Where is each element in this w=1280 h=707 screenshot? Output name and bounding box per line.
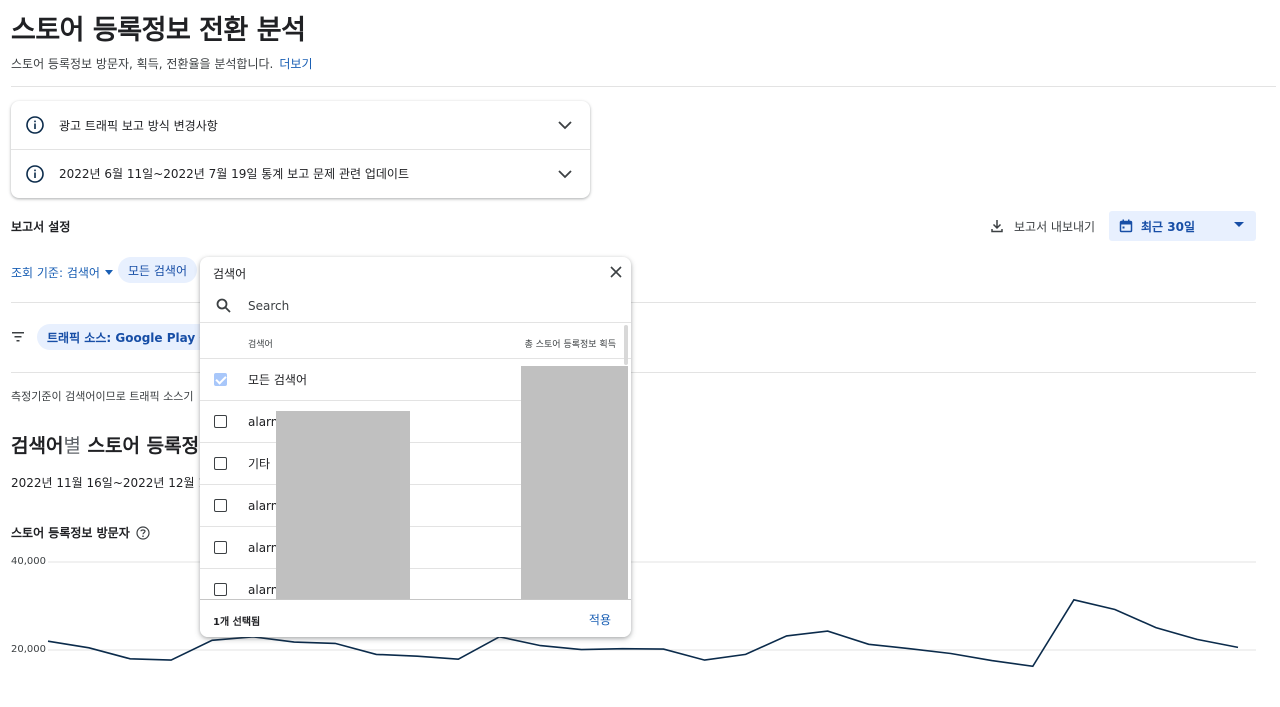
date-range-selector[interactable]: 최근 30일 xyxy=(1109,211,1256,241)
popover-table-header: 검색어 총 스토어 등록정보 획득 xyxy=(200,323,631,359)
chart-label: 스토어 등록정보 방문자 xyxy=(11,524,150,541)
more-link[interactable]: 더보기 xyxy=(279,57,312,71)
list-item-label: 모든 검색어 xyxy=(248,373,308,387)
notice-row-stats-update[interactable]: 2022년 6월 11일~2022년 7월 19일 통계 보고 문제 관련 업데… xyxy=(11,149,590,197)
download-icon xyxy=(991,220,1003,233)
section-title-part: 검색어 xyxy=(11,435,64,457)
notice-text: 2022년 6월 11일~2022년 7월 19일 통계 보고 문제 관련 업데… xyxy=(59,167,409,181)
popover-footer: 1개 선택됨 적용 xyxy=(200,599,631,637)
popover-search xyxy=(200,289,631,323)
view-by-selector[interactable]: 조회 기준: 검색어 xyxy=(11,264,114,281)
list-item-label: 기타 xyxy=(248,457,271,471)
popover-title: 검색어 xyxy=(213,267,247,281)
col-header-acquisitions: 총 스토어 등록정보 획득 xyxy=(524,340,616,350)
selected-count: 1개 선택됨 xyxy=(213,617,261,628)
date-range-label: 최근 30일 xyxy=(1141,219,1195,234)
search-icon xyxy=(216,298,231,313)
filter-icon[interactable] xyxy=(11,331,25,343)
page-subtitle: 스토어 등록정보 방문자, 획득, 전환율을 분석합니다. 더보기 xyxy=(11,55,312,72)
search-input[interactable] xyxy=(248,298,548,313)
search-term-popover: 검색어 검색어 총 스토어 등록정보 획득 모든 검색어alarm기타alarm… xyxy=(200,257,631,637)
dropdown-arrow-icon xyxy=(104,269,113,275)
section-title: 검색어별 스토어 등록정 xyxy=(11,431,199,458)
info-icon xyxy=(26,116,44,134)
calendar-icon xyxy=(1119,219,1133,233)
chevron-down-icon[interactable] xyxy=(556,165,574,183)
redacted-area xyxy=(276,411,410,601)
chevron-down-icon[interactable] xyxy=(556,116,574,134)
checkbox[interactable] xyxy=(214,373,227,386)
page-title: 스토어 등록정보 전환 분석 xyxy=(11,15,306,46)
redacted-area xyxy=(521,366,628,601)
divider xyxy=(11,86,1276,87)
notice-card: 광고 트래픽 보고 방식 변경사항 2022년 6월 11일~2022년 7월 … xyxy=(11,101,590,198)
checkbox[interactable] xyxy=(214,457,227,470)
help-icon[interactable] xyxy=(136,525,150,540)
apply-button[interactable]: 적용 xyxy=(589,611,611,628)
divider xyxy=(11,372,1256,373)
section-title-part: 스토어 등록정 xyxy=(80,435,200,457)
export-report-button[interactable]: 보고서 내보내기 xyxy=(990,211,1095,241)
checkbox[interactable] xyxy=(214,415,227,428)
dimension-note: 측정기준이 검색어이므로 트래픽 소스기 xyxy=(11,390,194,403)
section-title-part: 별 xyxy=(63,435,81,457)
chart-label-text: 스토어 등록정보 방문자 xyxy=(11,526,130,540)
export-label: 보고서 내보내기 xyxy=(1014,219,1096,234)
subtitle-text: 스토어 등록정보 방문자, 획득, 전환율을 분석합니다. xyxy=(11,57,274,71)
col-header-term: 검색어 xyxy=(248,340,273,350)
close-icon[interactable] xyxy=(609,265,623,279)
view-by-label: 조회 기준: 검색어 xyxy=(11,266,100,280)
notice-text: 광고 트래픽 보고 방식 변경사항 xyxy=(59,118,218,133)
all-terms-chip[interactable]: 모든 검색어 xyxy=(118,257,198,283)
date-range-text: 2022년 11월 16일~2022년 12월 15일 xyxy=(11,476,225,490)
checkbox[interactable] xyxy=(214,499,227,512)
info-icon xyxy=(26,164,44,183)
checkbox[interactable] xyxy=(214,541,227,554)
line-chart xyxy=(47,561,1256,668)
notice-row-ad-traffic[interactable]: 광고 트래픽 보고 방식 변경사항 xyxy=(11,101,590,149)
divider xyxy=(11,302,1256,303)
checkbox[interactable] xyxy=(214,583,227,596)
report-settings-label: 보고서 설정 xyxy=(11,220,71,234)
dropdown-arrow-icon xyxy=(1234,222,1244,227)
